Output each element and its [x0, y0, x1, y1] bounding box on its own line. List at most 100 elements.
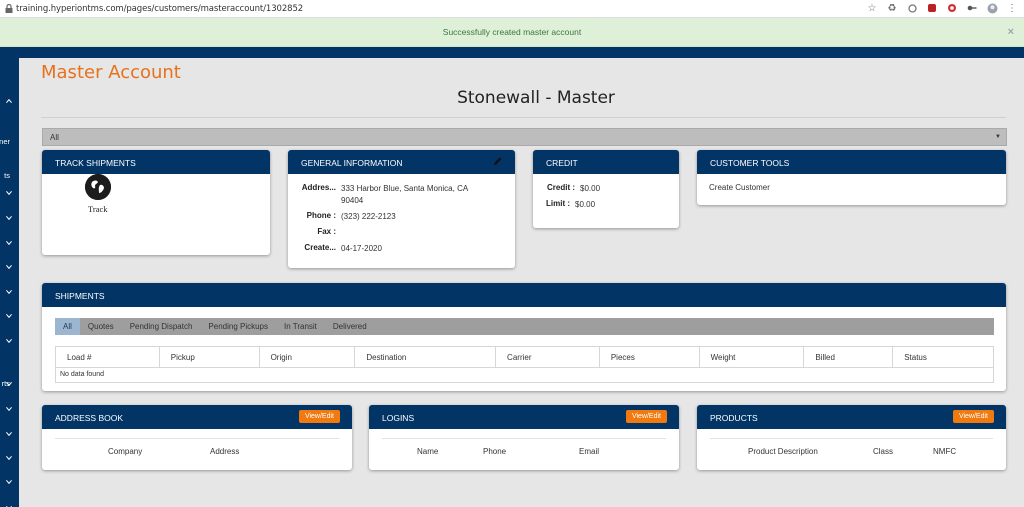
account-name: Stonewall - Master: [457, 88, 615, 108]
column-header-origin[interactable]: Origin: [260, 347, 356, 367]
url-text[interactable]: training.hyperiontms.com/pages/customers…: [16, 4, 303, 14]
shipments-header: SHIPMENTS: [42, 283, 1006, 307]
divider: [55, 438, 339, 439]
globe-icon[interactable]: [85, 174, 111, 200]
chevron-down-icon: [6, 479, 12, 485]
limit-value: $0.00: [575, 200, 596, 209]
notification-message: Successfully created master account: [442, 27, 582, 37]
track-shipments-header: TRACK SHIPMENTS: [42, 150, 270, 174]
track-label[interactable]: Track: [88, 204, 108, 214]
chevron-down-icon: [6, 455, 12, 461]
address-book-title: ADDRESS BOOK: [55, 413, 124, 423]
tab-all[interactable]: All: [55, 318, 80, 335]
sidebar-item-label: ner: [0, 137, 10, 146]
tab-pending-pickups[interactable]: Pending Pickups: [200, 318, 276, 335]
browser-menu-icon[interactable]: ⋮: [1006, 2, 1018, 14]
create-customer-link[interactable]: Create Customer: [709, 183, 770, 192]
lock-icon: [3, 3, 15, 15]
sidebar: ner ts rts: [0, 58, 19, 507]
created-key: Create...: [304, 243, 336, 252]
chevron-down-icon: [6, 431, 12, 437]
nmfc-column-header[interactable]: NMFC: [933, 447, 956, 456]
key-icon[interactable]: [966, 2, 978, 14]
credit-key: Credit :: [547, 183, 575, 192]
address-book-header: ADDRESS BOOK View/Edit: [42, 405, 352, 429]
column-header-status[interactable]: Status: [893, 347, 993, 367]
address-column-header[interactable]: Address: [210, 447, 239, 456]
red-globe-extension-icon[interactable]: [946, 2, 958, 14]
account-filter-select[interactable]: All ▼: [42, 128, 1007, 146]
chevron-down-icon: [6, 406, 12, 412]
address-key: Addres...: [301, 183, 336, 192]
credit-header: CREDIT: [533, 150, 679, 174]
products-title: PRODUCTS: [710, 413, 758, 423]
filter-selected-value: All: [50, 133, 59, 142]
column-header-load[interactable]: Load #: [56, 347, 160, 367]
general-information-title: GENERAL INFORMATION: [301, 158, 403, 168]
chevron-down-icon: [6, 289, 12, 295]
created-row: Create... 04-17-2020: [300, 243, 382, 255]
class-column-header[interactable]: Class: [873, 447, 893, 456]
chevron-down-icon: [6, 215, 12, 221]
browser-extension-icons: ☆ ♻ ⋮: [866, 2, 1018, 14]
chevron-down-icon: [6, 338, 12, 344]
general-information-header: GENERAL INFORMATION: [288, 150, 515, 174]
column-header-pickup[interactable]: Pickup: [160, 347, 260, 367]
red-extension-icon[interactable]: [926, 2, 938, 14]
shipment-tabs: All Quotes Pending Dispatch Pending Pickups…: [55, 318, 994, 335]
tab-pending-dispatch[interactable]: Pending Dispatch: [122, 318, 201, 335]
customer-tools-card: CUSTOMER TOOLS Create Customer: [697, 150, 1006, 205]
column-header-pieces[interactable]: Pieces: [600, 347, 700, 367]
column-header-carrier[interactable]: Carrier: [496, 347, 600, 367]
logins-view-edit-button[interactable]: View/Edit: [625, 410, 667, 423]
limit-row: Limit : $0.00: [537, 199, 595, 211]
address-value: 333 Harbor Blue, Santa Monica, CA 90404: [341, 184, 468, 205]
shipments-grid-header: Load # Pickup Origin Destination Carrier Piec…: [55, 346, 994, 368]
products-card: PRODUCTS View/Edit Product Description C…: [697, 405, 1006, 470]
tab-delivered[interactable]: Delivered: [325, 318, 375, 335]
phone-row: Phone : (323) 222-2123: [300, 211, 396, 223]
chevron-down-icon: [6, 381, 12, 387]
notification-close-icon[interactable]: ×: [1008, 26, 1014, 38]
tab-quotes[interactable]: Quotes: [80, 318, 122, 335]
track-shipments-card: TRACK SHIPMENTS Track: [42, 150, 270, 255]
email-column-header[interactable]: Email: [579, 447, 599, 456]
chevron-down-icon: [6, 313, 12, 319]
address-book-view-edit-button[interactable]: View/Edit: [298, 410, 340, 423]
divider: [710, 438, 993, 439]
company-column-header[interactable]: Company: [108, 447, 142, 456]
profile-avatar-icon[interactable]: [986, 2, 998, 14]
phone-column-header[interactable]: Phone: [483, 447, 506, 456]
shipments-empty-message: No data found: [55, 368, 994, 383]
caret-down-icon: ▼: [995, 134, 1001, 140]
products-header: PRODUCTS View/Edit: [697, 405, 1006, 429]
chevron-down-icon: [6, 190, 12, 196]
name-column-header[interactable]: Name: [417, 447, 438, 456]
fax-row: Fax :: [300, 227, 341, 236]
credit-row: Credit : $0.00: [537, 183, 600, 195]
star-icon[interactable]: ☆: [866, 2, 878, 14]
sidebar-item-label: ts: [4, 171, 10, 180]
column-header-billed[interactable]: Billed: [804, 347, 894, 367]
app-header-bar: [0, 47, 1024, 58]
products-view-edit-button[interactable]: View/Edit: [952, 410, 994, 423]
tab-in-transit[interactable]: In Transit: [276, 318, 325, 335]
column-header-destination[interactable]: Destination: [355, 347, 497, 367]
shipments-card: SHIPMENTS All Quotes Pending Dispatch Pendi…: [42, 283, 1006, 391]
limit-key: Limit :: [546, 199, 570, 208]
recycle-icon[interactable]: ♻: [886, 2, 898, 14]
pencil-edit-icon[interactable]: [493, 156, 503, 166]
product-description-column-header[interactable]: Product Description: [748, 447, 818, 456]
credit-value: $0.00: [580, 184, 601, 193]
phone-value: (323) 222-2123: [341, 212, 396, 221]
customer-tools-header: CUSTOMER TOOLS: [697, 150, 1006, 174]
divider: [382, 438, 666, 439]
extension-circle-icon[interactable]: [906, 2, 918, 14]
created-value: 04-17-2020: [341, 244, 382, 253]
credit-card: CREDIT Credit : $0.00 Limit : $0.00: [533, 150, 679, 228]
phone-key: Phone :: [306, 211, 336, 220]
page-title: Master Account: [41, 62, 181, 83]
address-book-card: ADDRESS BOOK View/Edit Company Address: [42, 405, 352, 470]
column-header-weight[interactable]: Weight: [700, 347, 805, 367]
logins-card: LOGINS View/Edit Name Phone Email: [369, 405, 679, 470]
